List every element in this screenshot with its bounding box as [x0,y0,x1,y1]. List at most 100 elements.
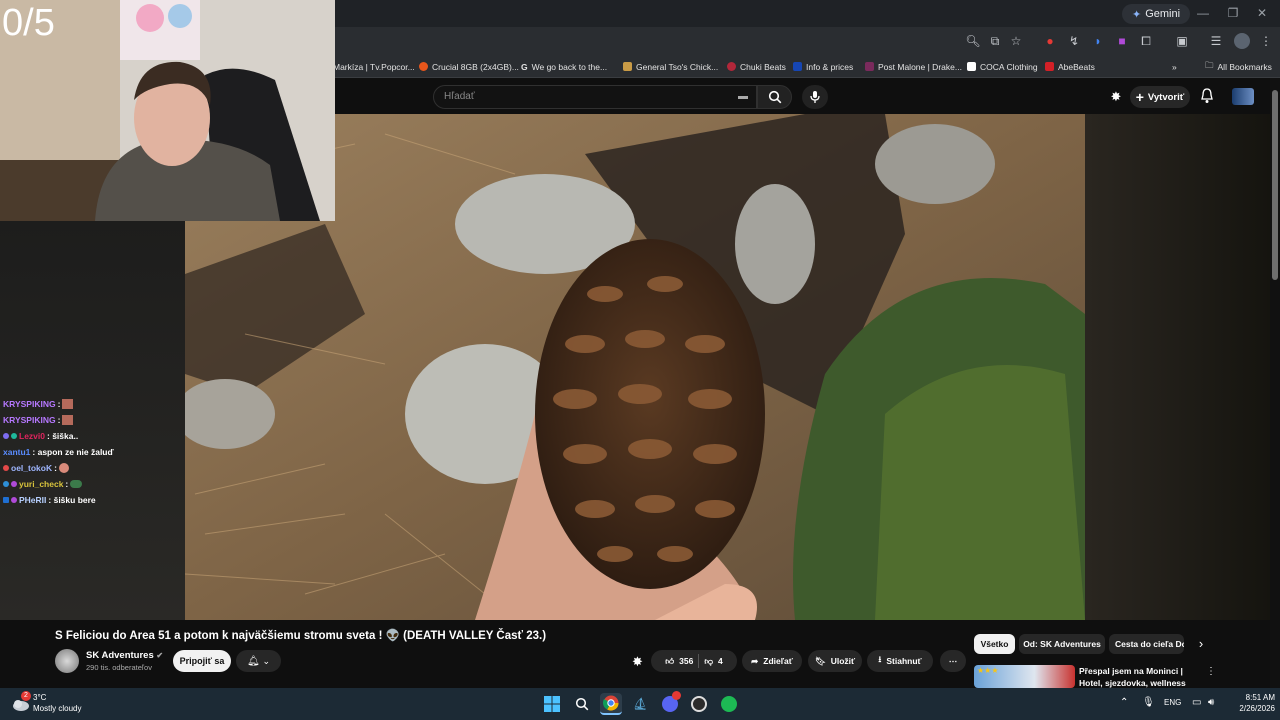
ask-ai-spark-icon[interactable]: ✸ [632,654,648,670]
tab-search-icon[interactable]: ☰ [1208,33,1224,49]
extension-arrow-icon[interactable]: ↯ [1066,33,1082,49]
clock-date[interactable]: 2/26/2026 [1225,704,1275,713]
chevron-right-icon[interactable]: › [1193,636,1209,652]
chat-badge-icon [3,465,9,471]
network-icon[interactable]: ▭ [1192,697,1201,708]
taskbar-search-button[interactable] [571,693,593,715]
bookmark-item[interactable]: Info & prices [793,58,853,75]
extension-red-icon[interactable]: ● [1042,33,1058,49]
search-icon [768,90,782,104]
bookmark-item[interactable]: Chuki Beats [727,58,786,75]
chat-message: xantu1 : aspon ze nie žaluď [3,447,114,457]
discord-badge [672,691,681,700]
recommendation-title[interactable]: Přespal jsem na Moninci | Hotel, sjezdov… [1079,665,1204,689]
create-button[interactable]: + Vytvoriť [1130,86,1190,108]
bookmarks-overflow-icon[interactable]: » [1172,58,1177,75]
join-button[interactable]: Pripojiť sa [173,650,231,672]
chat-username: KRYSPIKING [3,399,56,409]
chat-text: : [57,415,61,425]
more-actions-button[interactable]: ⋯ [940,650,966,672]
search-button[interactable] [757,85,792,109]
chat-message: KRYSPIKING : [3,415,74,425]
recommendation-menu-icon[interactable]: ⋮ [1206,666,1216,677]
spotify-taskbar-icon[interactable] [718,693,740,715]
video-title: S Feliciou do Area 51 a potom k najväčši… [55,630,547,642]
microphone-tray-icon[interactable]: 🎙︎ [1142,697,1155,708]
volume-icon[interactable]: 🔊︎ [1208,697,1214,708]
chat-text: : šišku bere [48,495,96,505]
verified-icon: ✔ [156,651,164,660]
chat-username: KRYSPIKING [3,415,56,425]
bookmark-favicon-icon [419,62,428,71]
bookmark-item[interactable]: General Tso's Chick... [623,58,718,75]
bookmark-favicon-icon [727,62,736,71]
bookmark-item[interactable]: Crucial 8GB (2x4GB)... [419,58,519,75]
bookmark-star-icon[interactable]: ☆ [1008,33,1024,49]
chat-badge-icon [3,433,9,439]
emote-icon [62,415,74,425]
channel-name[interactable]: SK Adventures ✔ [86,650,163,661]
channel-avatar[interactable] [55,649,79,673]
save-button[interactable]: 🔖︎ Uložiť [808,650,862,672]
chat-username: xantu1 [3,447,31,457]
close-icon[interactable]: ✕ [1252,4,1272,22]
clock-time[interactable]: 8:51 AM [1225,693,1275,702]
chip-all[interactable]: Všetko [974,634,1015,654]
keyboard-icon[interactable]: ▬ [738,86,748,108]
share-button[interactable]: ➦ Zdieľať [742,650,802,672]
recommendation-thumbnail[interactable]: ★★★ [974,665,1075,688]
chrome-taskbar-icon[interactable] [600,693,622,715]
download-button[interactable]: ⭳ Stiahnuť [867,650,933,672]
obs-taskbar-icon[interactable] [688,693,710,715]
chat-username: yuri_check [19,479,64,489]
plus-icon: + [1135,89,1144,105]
channel-avatar[interactable] [1232,88,1254,105]
windows-logo-icon [544,696,560,712]
search-input[interactable]: Hľadať ▬ [433,85,757,109]
chat-username: PHeRII [19,495,47,505]
start-button[interactable] [541,693,563,715]
subscription-bell-button[interactable]: 🔔︎ ⌄ [236,650,281,672]
gemini-label: Gemini [1145,8,1181,20]
chat-message: yuri_check : [3,479,83,489]
chip-from-channel[interactable]: Od: SK Adventures [1019,634,1105,654]
chip-related[interactable]: Cesta do cieľa Do [1109,634,1184,654]
dislike-button[interactable]: 👎︎ 4 [704,656,722,667]
side-panel-icon[interactable]: ▣ [1174,33,1190,49]
notifications-bell-icon[interactable] [1200,88,1216,106]
minimize-icon[interactable]: — [1193,4,1213,22]
steam-taskbar-icon[interactable]: ⛵︎ [629,693,651,715]
bookmark-item[interactable]: Markíza | Tv.Popcor... [333,58,415,75]
gemini-spark-icon[interactable]: ✸ [1108,89,1124,105]
discord-taskbar-icon[interactable] [659,691,681,715]
gemini-button[interactable]: ✦ Gemini [1122,4,1191,24]
subscriber-count: 290 tis. odberateľov [86,663,152,672]
cast-icon[interactable]: ⧉ [987,33,1003,49]
extension-blue-icon[interactable]: ◗ [1090,33,1106,49]
emote-icon [70,480,83,488]
chrome-menu-icon[interactable]: ⋮ [1258,33,1274,49]
tray-chevron-up-icon[interactable]: ⌃ [1120,697,1128,708]
extensions-puzzle-icon[interactable]: ⧠ [1138,33,1154,49]
mic-icon [810,91,820,103]
bookmark-item[interactable]: AbeBeats [1045,58,1095,75]
like-button[interactable]: 👍︎ 356 [665,656,693,667]
bookmark-item[interactable]: Post Malone | Drake... [865,58,962,75]
chat-text: : [65,479,69,489]
chat-username: oel_tokoK [11,463,53,473]
bookmark-item[interactable]: COCA Clothing [967,58,1038,75]
extension-purple-icon[interactable]: ■ [1114,33,1130,49]
profile-avatar[interactable] [1234,33,1250,49]
zoom-icon[interactable]: 🔍︎ [965,33,981,49]
weather-widget-icon[interactable]: 2 [11,691,31,714]
weather-description: Mostly cloudy [33,704,82,713]
bookmark-item[interactable]: G We go back to the... [521,58,607,75]
restore-icon[interactable]: ❐ [1223,4,1243,22]
emote-icon [62,399,74,409]
chevron-down-icon: ⌄ [262,656,271,666]
language-indicator[interactable]: ENG [1164,698,1181,707]
voice-search-button[interactable] [802,85,828,109]
more-icon: ⋯ [948,655,958,666]
all-bookmarks-button[interactable]: 🗀 All Bookmarks [1205,58,1272,75]
scrollbar-thumb[interactable] [1272,90,1278,280]
